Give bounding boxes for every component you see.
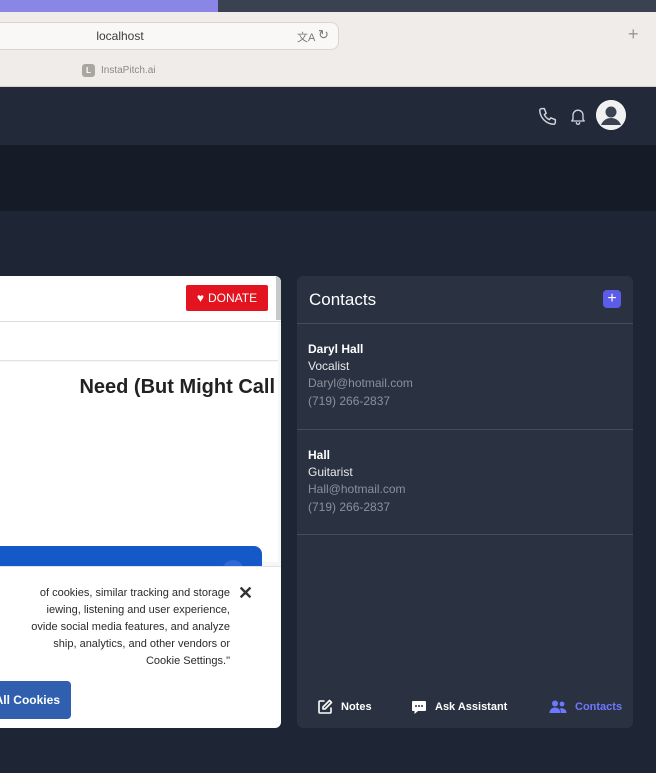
contacts-panel: Contacts + Daryl Hall Vocalist Daryl@hot… bbox=[297, 276, 633, 728]
address-bar[interactable]: localhost 文A ↻ bbox=[0, 22, 339, 50]
donate-button[interactable]: ♥ DONATE bbox=[186, 285, 268, 311]
nav-notes-label: Notes bbox=[341, 701, 372, 713]
bottom-nav: Notes Ask Assistant Contacts bbox=[297, 694, 633, 720]
avatar[interactable] bbox=[596, 100, 626, 130]
desktop-top-strip bbox=[0, 0, 656, 12]
contact-email[interactable]: Hall@hotmail.com bbox=[308, 482, 406, 496]
close-icon[interactable]: ✕ bbox=[238, 583, 253, 604]
donate-label: DONATE bbox=[208, 291, 258, 305]
accept-cookies-button[interactable]: All Cookies bbox=[0, 681, 71, 719]
phone-icon[interactable] bbox=[537, 105, 559, 127]
url-text: localhost bbox=[96, 29, 144, 43]
new-tab-button[interactable]: + bbox=[628, 24, 639, 45]
nav-notes[interactable]: Notes bbox=[317, 694, 372, 720]
contact-role: Vocalist bbox=[308, 359, 350, 373]
cookie-line: ship, analytics, and other vendors or bbox=[53, 638, 230, 650]
nav-contacts-label: Contacts bbox=[575, 701, 623, 713]
edit-icon bbox=[318, 699, 333, 714]
nav-assistant-label: Ask Assistant bbox=[435, 701, 508, 713]
article-body: Need (But Might Call bbox=[0, 362, 278, 562]
heart-icon: ♥ bbox=[196, 291, 204, 305]
contact-phone[interactable]: (719) 266-2837 bbox=[308, 394, 390, 408]
article-subnav bbox=[0, 322, 278, 361]
users-icon bbox=[549, 700, 567, 713]
cookie-banner: of cookies, similar tracking and storage… bbox=[0, 566, 281, 728]
tab-label: InstaPitch.ai bbox=[101, 64, 156, 76]
reload-icon[interactable]: ↻ bbox=[318, 27, 329, 43]
contact-role: Guitarist bbox=[308, 465, 353, 479]
cookie-line: ovide social media features, and analyze bbox=[31, 621, 230, 633]
cookie-line: of cookies, similar tracking and storage bbox=[39, 587, 230, 599]
contact-email[interactable]: Daryl@hotmail.com bbox=[308, 376, 413, 390]
cookie-text: of cookies, similar tracking and storage… bbox=[0, 585, 230, 670]
subheader-band bbox=[0, 145, 656, 211]
contact-phone[interactable]: (719) 266-2837 bbox=[308, 500, 390, 514]
translate-icon[interactable]: 文A bbox=[297, 29, 315, 45]
favicon-icon: L bbox=[82, 63, 95, 77]
add-contact-button[interactable]: + bbox=[603, 290, 621, 308]
contact-item[interactable]: Daryl Hall Vocalist Daryl@hotmail.com (7… bbox=[297, 324, 633, 430]
contact-name: Hall bbox=[308, 448, 331, 462]
browser-chrome: localhost 文A ↻ + L InstaPitch.ai bbox=[0, 12, 656, 87]
contact-name: Daryl Hall bbox=[308, 342, 364, 356]
desktop-window-edge bbox=[0, 0, 218, 12]
contacts-header: Contacts + bbox=[297, 276, 633, 324]
cookie-line: Cookie Settings." bbox=[145, 655, 230, 667]
app-header bbox=[0, 87, 656, 145]
nav-contacts[interactable]: Contacts bbox=[549, 694, 622, 720]
user-icon bbox=[596, 100, 626, 130]
chat-icon bbox=[412, 701, 426, 714]
scrollbar[interactable] bbox=[276, 276, 281, 320]
tab-instapitch[interactable]: L InstaPitch.ai bbox=[82, 62, 155, 78]
nav-ask-assistant[interactable]: Ask Assistant bbox=[411, 694, 507, 720]
cookie-line: iewing, listening and user experience, bbox=[46, 604, 230, 616]
article-toolbar: ♥ DONATE bbox=[0, 276, 281, 322]
bell-icon[interactable] bbox=[568, 105, 588, 127]
contacts-title: Contacts bbox=[309, 290, 377, 309]
article-headline: Need (But Might Call bbox=[79, 376, 275, 398]
contact-item[interactable]: Hall Guitarist Hall@hotmail.com (719) 26… bbox=[297, 430, 633, 535]
